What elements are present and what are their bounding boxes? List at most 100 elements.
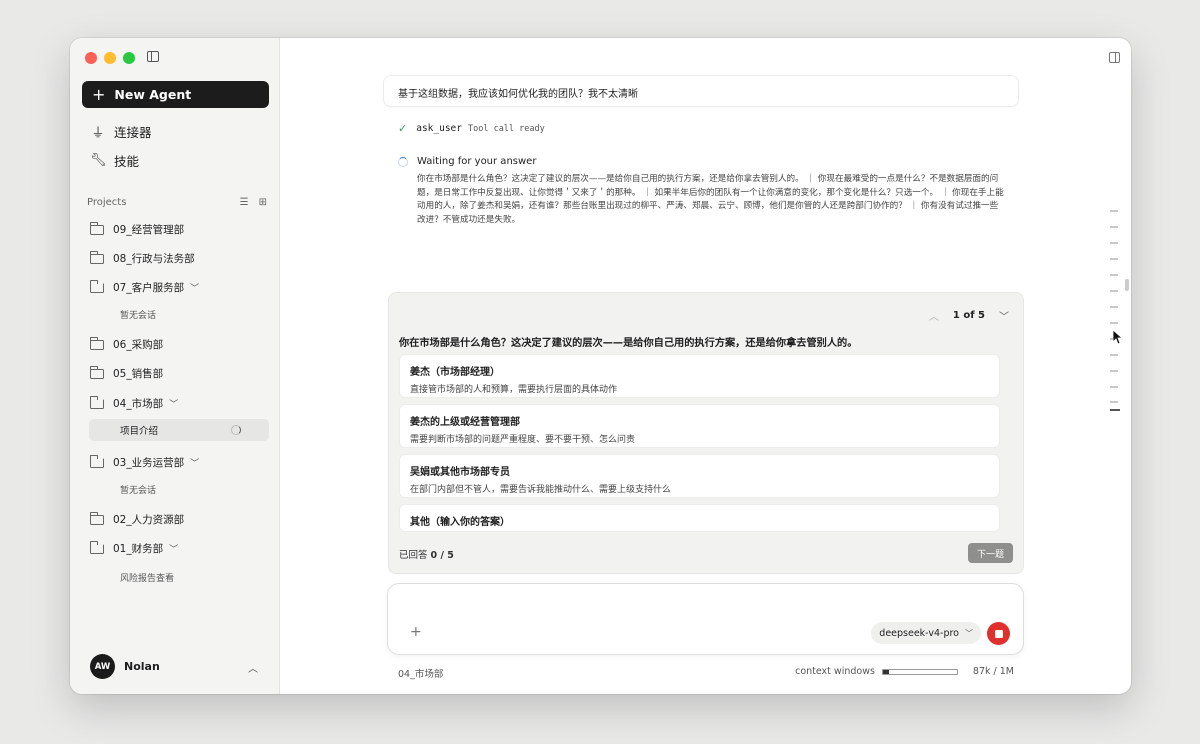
folder-icon	[90, 221, 104, 235]
project-label: 05_销售部	[113, 368, 164, 380]
option-desc: 需要判断市场部的问题严重程度、要不要干预、怎么问责	[410, 435, 636, 445]
answer-option-other[interactable]: 其他（输入你的答案）	[399, 504, 1000, 532]
project-item[interactable]: 06_采购部	[90, 336, 164, 352]
answer-option[interactable]: 姜杰的上级或经营管理部 需要判断市场部的问题严重程度、要不要干预、怎么问责	[399, 404, 1000, 448]
folder-icon	[90, 336, 104, 350]
project-label: 06_采购部	[113, 339, 164, 351]
nav-item-skills[interactable]: 🔧︎ 技能	[90, 151, 139, 170]
main-panel: 基于这组数据，我应该如何优化我的团队？我不太清晰 ✓ ask_user Tool…	[280, 38, 1131, 694]
stop-button[interactable]	[987, 622, 1010, 645]
option-title: 姜杰的上级或经营管理部	[410, 417, 520, 428]
context-progress-bar	[881, 668, 958, 675]
check-icon: ✓	[398, 122, 408, 135]
user-menu[interactable]: AW Nolan	[90, 654, 160, 679]
chevron-down-icon: ﹀	[169, 545, 179, 555]
maximize-window-button[interactable]	[123, 52, 135, 64]
scrollbar-thumb[interactable]	[1125, 279, 1129, 291]
chevron-down-icon[interactable]: ﹀	[999, 308, 1009, 323]
project-item[interactable]: 01_财务部 ﹀	[90, 540, 179, 556]
project-label: 09_经营管理部	[113, 224, 185, 236]
project-item[interactable]: 07_客户服务部 ﹀	[90, 279, 200, 295]
question-title: 你在市场部是什么角色？这决定了建议的层次——是给你自己用的执行方案，还是给你拿去…	[399, 338, 858, 349]
answer-option[interactable]: 吴娟或其他市场部专员 在部门内部但不管人，需要告诉我能推动什么、需要上级支持什么	[399, 454, 1000, 498]
option-desc: 在部门内部但不管人，需要告诉我能推动什么、需要上级支持什么	[410, 485, 672, 495]
answered-label: 已回答	[399, 550, 428, 561]
projects-title: Projects	[87, 197, 127, 208]
project-item[interactable]: 09_经营管理部	[90, 221, 185, 237]
project-label: 03_业务运营部	[113, 457, 185, 469]
new-folder-icon[interactable]: ⊞	[259, 197, 267, 208]
project-session-active[interactable]: 项目介绍	[89, 419, 269, 441]
answered-status: 已回答 0 / 5	[399, 547, 454, 561]
folder-open-icon	[90, 279, 104, 293]
projects-header: Projects ☰ ⊞	[87, 197, 267, 208]
nav-item-connectors[interactable]: ⏚ 连接器	[90, 122, 152, 141]
waiting-questions-text: 你在市场部是什么角色？这决定了建议的层次——是给你自己用的执行方案，还是给你拿去…	[417, 174, 1004, 225]
tool-call-row[interactable]: ✓ ask_user Tool call ready	[398, 122, 545, 135]
tool-name: ask_user	[416, 123, 462, 134]
window-controls	[85, 52, 135, 64]
answered-count: 0 / 5	[430, 550, 454, 561]
model-selector[interactable]: deepseek-v4-pro ﹀	[871, 622, 981, 644]
close-window-button[interactable]	[85, 52, 97, 64]
add-attachment-icon[interactable]: +	[410, 624, 422, 640]
minimize-window-button[interactable]	[104, 52, 116, 64]
folder-icon	[90, 365, 104, 379]
waiting-label: Waiting for your answer	[417, 156, 537, 167]
plug-icon: ⏚	[91, 126, 105, 141]
composer[interactable]: + deepseek-v4-pro ﹀	[387, 583, 1024, 655]
sidebar-toggle-icon[interactable]	[147, 51, 159, 62]
user-name: Nolan	[124, 660, 160, 673]
context-progress-fill	[882, 669, 890, 674]
loading-spinner-icon	[398, 156, 408, 167]
filter-icon[interactable]: ☰	[240, 197, 249, 208]
sidebar: + New Agent ⏚ 连接器 🔧︎ 技能 Projects ☰ ⊞ 09_…	[70, 38, 280, 694]
option-desc: 直接管市场部的人和预算，需要执行层面的具体动作	[410, 385, 618, 395]
project-item[interactable]: 03_业务运营部 ﹀	[90, 454, 200, 470]
tool-status: Tool call ready	[467, 123, 545, 134]
chevron-up-icon[interactable]: ︿	[929, 308, 939, 323]
project-label: 07_客户服务部	[113, 282, 185, 294]
project-item[interactable]: 04_市场部 ﹀	[90, 395, 179, 411]
chevron-down-icon: ﹀	[190, 284, 200, 294]
answer-option[interactable]: 姜杰（市场部经理） 直接管市场部的人和预算，需要执行层面的具体动作	[399, 354, 1000, 398]
project-session[interactable]: 暂无会话	[120, 483, 156, 496]
context-label: context windows	[795, 666, 875, 677]
session-label: 项目介绍	[120, 426, 159, 437]
waiting-row: Waiting for your answer	[398, 156, 536, 167]
project-session[interactable]: 暂无会话	[120, 308, 156, 321]
plus-icon: +	[92, 84, 106, 104]
stop-icon	[994, 629, 1003, 638]
nav-label: 技能	[114, 154, 140, 169]
option-title: 其他（输入你的答案）	[410, 517, 510, 528]
project-label: 04_市场部	[113, 398, 164, 410]
project-item[interactable]: 02_人力资源部	[90, 511, 184, 527]
project-session[interactable]: 风险报告查看	[120, 571, 174, 584]
app-window: + New Agent ⏚ 连接器 🔧︎ 技能 Projects ☰ ⊞ 09_…	[70, 38, 1131, 694]
question-panel: ︿ 1 of 5 ﹀ 你在市场部是什么角色？这决定了建议的层次——是给你自己用的…	[388, 292, 1024, 574]
chevron-down-icon: ﹀	[965, 628, 973, 638]
new-agent-button[interactable]: + New Agent	[82, 81, 269, 108]
folder-icon	[90, 511, 104, 525]
project-item[interactable]: 08_行政与法务部	[90, 250, 195, 266]
next-question-button[interactable]: 下一题	[968, 543, 1013, 563]
loading-spinner-icon	[231, 425, 241, 435]
folder-icon	[90, 250, 104, 264]
chevron-down-icon: ﹀	[169, 400, 179, 410]
model-label: deepseek-v4-pro	[879, 627, 959, 639]
pager-label: 1 of 5	[952, 310, 985, 321]
context-usage: context windows 87k / 1M	[795, 666, 1014, 677]
context-count: 87k / 1M	[972, 666, 1014, 677]
option-title: 吴娟或其他市场部专员	[410, 467, 510, 478]
option-title: 姜杰（市场部经理）	[410, 367, 500, 378]
chevron-down-icon: ﹀	[190, 459, 200, 469]
current-project: 04_市场部	[398, 669, 444, 680]
right-panel-toggle-icon[interactable]	[1109, 52, 1120, 63]
question-pager: ︿ 1 of 5 ﹀	[929, 308, 1009, 323]
project-label: 01_财务部	[113, 543, 164, 555]
chevron-up-icon[interactable]: ︿	[248, 660, 258, 675]
nav-label: 连接器	[114, 125, 152, 140]
folder-open-icon	[90, 395, 104, 409]
new-agent-label: New Agent	[114, 87, 192, 102]
project-item[interactable]: 05_销售部	[90, 365, 164, 381]
